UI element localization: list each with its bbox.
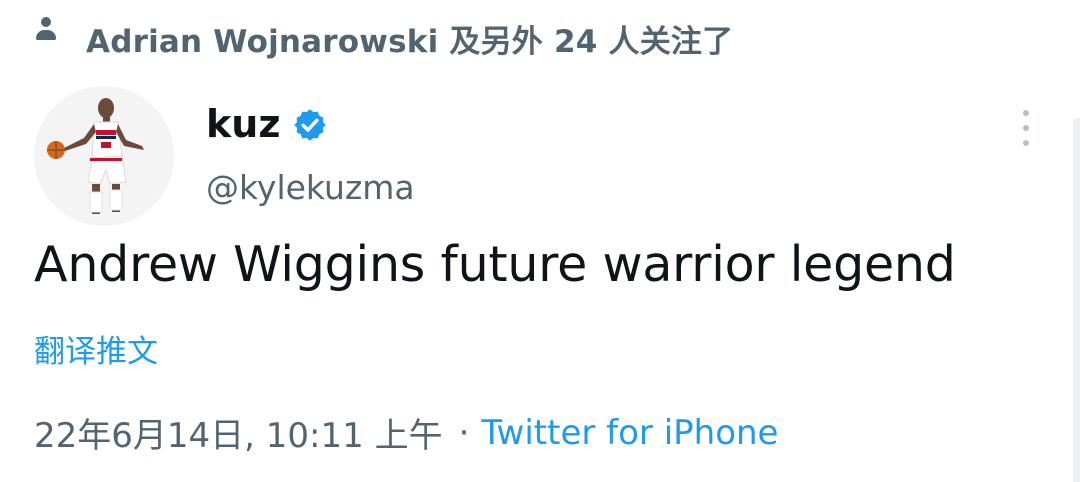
tweet-timestamp[interactable]: 22年6月14日, 10:11 上午 [34,408,443,457]
more-vertical-icon-dot [1023,125,1029,131]
more-vertical-icon-dot [1023,140,1029,146]
tweet-source-link[interactable]: Twitter for iPhone [481,413,778,453]
display-name[interactable]: kuz [206,102,280,146]
author-name-row[interactable]: kuz [206,102,328,146]
basketball-player-avatar-icon [34,86,174,226]
more-vertical-icon [1023,110,1029,116]
social-context-text[interactable]: Adrian Wojnarowski 及另外 24 人关注了 [86,16,733,61]
tweet-meta: 22年6月14日, 10:11 上午 · Twitter for iPhone [34,408,778,457]
tweet-detail: Adrian Wojnarowski 及另外 24 人关注了 kuz @kyle… [0,0,1080,482]
more-options-button[interactable] [1012,110,1040,146]
scrollbar[interactable] [1073,118,1080,482]
username[interactable]: @kylekuzma [206,168,415,207]
social-context[interactable]: Adrian Wojnarowski 及另外 24 人关注了 [32,10,733,66]
translate-tweet-link[interactable]: 翻译推文 [34,326,158,371]
meta-separator: · [458,412,470,453]
avatar[interactable] [34,86,174,226]
tweet-text: Andrew Wiggins future warrior legend [34,236,956,293]
person-icon [32,17,60,45]
verified-badge-icon [294,109,327,141]
